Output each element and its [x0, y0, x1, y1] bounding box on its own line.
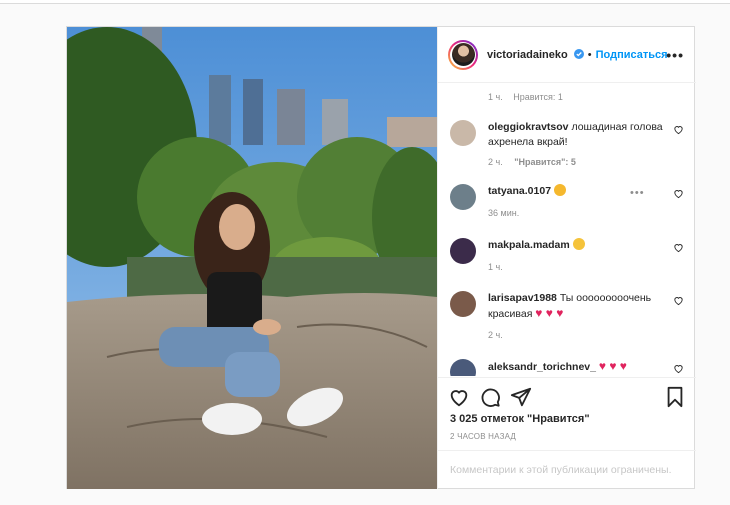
comment-item: aleksandr_torichnev_ ♥ ♥ ♥ [450, 359, 690, 376]
comment-meta: 1 ч. [488, 262, 503, 272]
post-timestamp[interactable]: 2 ЧАСОВ НАЗАД [450, 432, 516, 441]
comment-meta-top: 1 ч. Нравится: 1 [488, 92, 563, 102]
post-photo[interactable] [67, 27, 437, 489]
comment-item: oleggiokravtsov лошадиная голова ахренел… [450, 120, 690, 168]
comments-list[interactable]: 1 ч. Нравится: 1 oleggiokravtsov лошадин… [438, 84, 696, 376]
comment-likes[interactable]: "Нравится": 5 [514, 157, 576, 167]
comment-item: makpala.madam 1 ч. [450, 238, 690, 278]
top-nav-border [0, 0, 730, 4]
paper-plane-icon[interactable] [510, 386, 532, 408]
post-photo-image [67, 27, 437, 489]
heart-eyes-emoji-icon [553, 184, 566, 196]
post-sidebar: victoriadaineko • Подписаться ••• 1 ч. Н… [437, 27, 696, 489]
bookmark-icon[interactable] [664, 386, 686, 408]
author-username[interactable]: victoriadaineko [487, 48, 584, 61]
comment-text: larisapav1988 Ты ооооооооочень красивая … [488, 291, 668, 322]
comment-time: 2 ч. [488, 157, 503, 167]
commenter-username[interactable]: makpala.madam [488, 239, 570, 251]
red-hearts-emoji-icon: ♥ ♥ ♥ [535, 306, 564, 320]
likes-count[interactable]: 3 025 отметок "Нравится" [450, 413, 590, 425]
commenter-avatar[interactable] [450, 359, 476, 376]
commenter-avatar[interactable] [450, 238, 476, 264]
comment-text: aleksandr_torichnev_ ♥ ♥ ♥ [488, 359, 688, 375]
comment-icon[interactable] [479, 386, 501, 408]
comment-like-icon[interactable] [673, 363, 684, 374]
comment-time: 36 мин. [488, 208, 520, 218]
post-actions-bar [438, 377, 696, 417]
comment-like-icon[interactable] [673, 242, 684, 253]
commenter-username[interactable]: tatyana.0107 [488, 185, 551, 197]
separator-dot: • [587, 48, 592, 61]
comment-like-icon[interactable] [673, 295, 684, 306]
comment-more-icon[interactable]: ••• [630, 187, 645, 199]
comments-restricted-notice: Комментарии к этой публикации ограничены… [438, 450, 696, 489]
commenter-avatar[interactable] [450, 184, 476, 210]
author-username-text[interactable]: victoriadaineko [487, 49, 568, 61]
comment-text: oleggiokravtsov лошадиная голова ахренел… [488, 120, 668, 150]
verified-badge-icon [573, 48, 584, 59]
comment-like-icon[interactable] [673, 188, 684, 199]
post-header: victoriadaineko • Подписаться ••• [438, 27, 696, 83]
follow-button[interactable]: Подписаться [596, 49, 668, 61]
author-avatar[interactable] [448, 39, 478, 70]
comment-likes[interactable]: Нравится: 1 [513, 92, 563, 102]
more-options-icon[interactable]: ••• [666, 47, 684, 63]
thinking-emoji-icon [572, 238, 585, 250]
commenter-avatar[interactable] [450, 120, 476, 146]
comment-item: larisapav1988 Ты ооооооооочень красивая … [450, 291, 690, 341]
red-hearts-emoji-icon: ♥ ♥ ♥ [598, 359, 627, 373]
comment-text: makpala.madam [488, 238, 668, 253]
commenter-username[interactable]: oleggiokravtsov [488, 121, 569, 133]
commenter-username[interactable]: aleksandr_torichnev_ [488, 361, 596, 373]
comment-meta: 2 ч. [488, 330, 503, 340]
comment-time: 1 ч. [488, 92, 503, 102]
comment-like-icon[interactable] [673, 124, 684, 135]
post-card: victoriadaineko • Подписаться ••• 1 ч. Н… [66, 26, 696, 489]
comment-meta: 2 ч. "Нравится": 5 [488, 157, 576, 167]
comment-meta: 36 мин. [488, 208, 519, 218]
comment-item: tatyana.0107 36 мин. ••• [450, 184, 690, 224]
comment-time: 2 ч. [488, 330, 503, 340]
comment-time: 1 ч. [488, 262, 503, 272]
commenter-avatar[interactable] [450, 291, 476, 317]
commenter-username[interactable]: larisapav1988 [488, 292, 557, 304]
heart-outline-icon[interactable] [448, 386, 470, 408]
